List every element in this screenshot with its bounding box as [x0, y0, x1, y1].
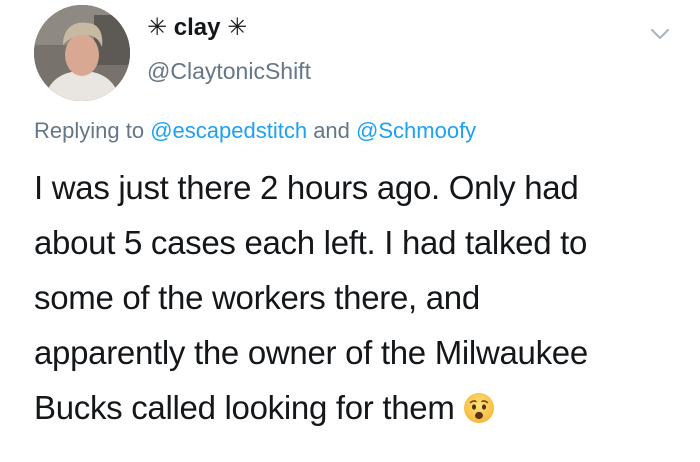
tweet-text: I was just there 2 hours ago. Only had a…	[34, 160, 684, 435]
mention-link[interactable]: @escapedstitch	[150, 118, 307, 143]
tweet-text-line: apparently the owner of the Milwaukee	[34, 334, 588, 371]
tweet-card: ✳ clay ✳ @ClaytonicShift Replying to @es…	[0, 0, 700, 462]
hushed-face-emoji-icon	[463, 385, 495, 423]
chevron-down-icon[interactable]	[646, 20, 674, 48]
mention-link[interactable]: @Schmoofy	[356, 118, 476, 143]
tweet-text-line: Bucks called looking for them	[34, 389, 455, 426]
user-handle[interactable]: @ClaytonicShift	[147, 56, 311, 86]
avatar-image	[34, 5, 130, 101]
replying-to: Replying to @escapedstitch and @Schmoofy	[34, 116, 476, 146]
avatar[interactable]	[34, 5, 130, 101]
tweet-text-line: I was just there 2 hours ago. Only had	[34, 169, 579, 206]
replying-to-and: and	[313, 118, 350, 143]
display-name[interactable]: ✳ clay ✳	[147, 13, 247, 43]
tweet-text-line-last: Bucks called looking for them	[34, 380, 684, 435]
tweet-text-line: about 5 cases each left. I had talked to	[34, 224, 588, 261]
replying-to-label: Replying to	[34, 118, 145, 143]
tweet-text-line: some of the workers there, and	[34, 279, 480, 316]
